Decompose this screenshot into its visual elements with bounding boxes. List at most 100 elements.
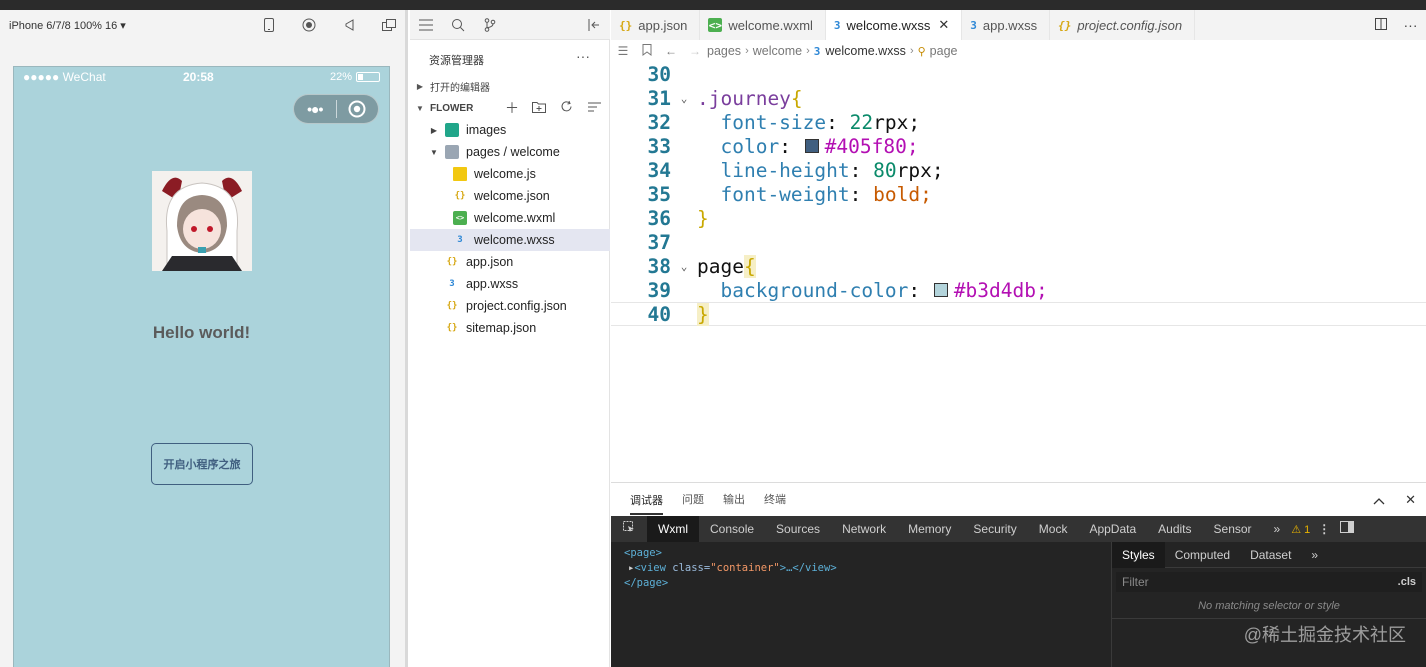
new-file-icon[interactable]: ＋ [505,98,519,118]
collapse-all-icon[interactable] [588,101,601,116]
device-select[interactable]: iPhone 6/7/8 100% 16 ▾ [0,19,250,32]
tool-audits[interactable]: Audits [1147,516,1202,542]
tab-problems[interactable]: 问题 [682,483,704,517]
kebab-menu-icon[interactable]: ⋮ [1310,516,1338,542]
forward-arrow-icon[interactable]: → [683,44,707,58]
code-number: 22 [849,110,874,134]
open-editors-section[interactable]: ▶ 打开的编辑器 [410,75,610,97]
bookmark-icon[interactable] [635,43,659,59]
wxml-node[interactable]: ▸<view class="container">…</view> [611,561,1111,576]
volume-icon[interactable] [341,17,357,33]
code-line: 35 font-weight: bold; [611,182,1426,206]
tab-project-config[interactable]: {} project.config.json [1050,10,1196,40]
tree-file-welcome-js[interactable]: welcome.js [410,163,610,185]
tool-mock[interactable]: Mock [1028,516,1079,542]
tool-network[interactable]: Network [831,516,897,542]
code-line: 30 [611,62,1426,86]
collapsed-arrow-icon: ▶ [430,125,438,135]
start-journey-button[interactable]: 开启小程序之旅 [151,443,253,485]
list-icon[interactable] [418,17,434,33]
breadcrumb-item[interactable]: welcome [753,44,802,58]
tool-console[interactable]: Console [699,516,765,542]
code-area[interactable]: 30 31 ⌄ .journey{ 32 font-size: 22 rpx; 33 … [611,62,1426,482]
line-number: 38 [647,254,671,278]
tool-wxml[interactable]: Wxml [647,516,699,542]
tool-memory[interactable]: Memory [897,516,962,542]
chevron-up-icon[interactable] [1373,493,1385,508]
line-number: 31 [647,86,671,110]
tool-appdata[interactable]: AppData [1078,516,1147,542]
tab-welcome-wxml[interactable]: <> welcome.wxml [700,10,826,40]
code-colon: : [826,110,850,134]
close-icon[interactable]: ✕ [1405,492,1416,508]
line-number: 35 [647,182,671,206]
tab-app-wxss[interactable]: 3 app.wxss [962,10,1051,40]
tab-styles[interactable]: Styles [1112,541,1165,568]
tool-security[interactable]: Security [962,516,1027,542]
breadcrumb-item[interactable]: page [930,44,958,58]
line-number: 39 [647,278,671,302]
breadcrumb-item[interactable]: welcome.wxss [825,44,906,58]
new-folder-icon[interactable] [532,101,546,116]
fold-chevron-icon[interactable]: ⌄ [671,260,697,273]
tool-sensor[interactable]: Sensor [1203,516,1263,542]
split-editor-icon[interactable] [1374,17,1387,33]
dock-icon[interactable] [1338,516,1356,542]
close-tab-icon[interactable]: ✕ [938,17,949,33]
tab-computed[interactable]: Computed [1165,542,1240,568]
close-target-icon[interactable] [336,100,378,118]
tab-welcome-wxss[interactable]: 3 welcome.wxss ✕ [825,10,963,40]
project-label: FLOWER [430,102,474,114]
tree-label: welcome.js [474,167,536,181]
tree-file-welcome-json[interactable]: {} welcome.json [410,185,610,207]
tree-file-app-json[interactable]: {} app.json [410,251,610,273]
styles-filter-input[interactable]: Filter .cls [1116,572,1422,592]
more-dots-icon[interactable]: •●• [294,101,336,117]
record-icon[interactable] [301,17,317,33]
tree-folder-pages-welcome[interactable]: ▼ pages / welcome [410,141,610,163]
wxml-node[interactable]: </page> [611,576,1111,591]
warning-badge[interactable]: ⚠ 1 [1291,523,1310,536]
list-icon[interactable]: ☰ [611,44,635,58]
color-swatch-icon[interactable] [933,283,948,297]
search-icon[interactable] [450,17,466,33]
pane-divider[interactable] [405,10,408,667]
code-property: font-size [720,110,827,134]
fold-chevron-icon[interactable]: ⌄ [671,92,697,105]
wxml-node[interactable]: <page> [611,546,1111,561]
breadcrumb-item[interactable]: pages [707,44,741,58]
more-actions-icon[interactable]: ··· [1404,17,1418,33]
tab-dataset[interactable]: Dataset [1240,542,1301,568]
wxml-tree[interactable]: <page> ▸<view class="container">…</view>… [611,542,1111,667]
tree-file-welcome-wxss[interactable]: 3 welcome.wxss [410,229,610,251]
tree-file-sitemap-json[interactable]: {} sitemap.json [410,317,610,339]
code-colon: : [779,134,803,158]
phone-icon[interactable] [261,17,277,33]
color-swatch-icon[interactable] [804,139,819,153]
tool-sources[interactable]: Sources [765,516,831,542]
tree-file-welcome-wxml[interactable]: <> welcome.wxml [410,207,610,229]
explorer-more-icon[interactable]: ··· [576,48,590,64]
more-tabs-icon[interactable]: » [1301,542,1328,568]
line-number: 32 [647,110,671,134]
detach-window-icon[interactable] [381,17,397,33]
tab-app-json[interactable]: {} app.json [611,10,701,40]
tab-output[interactable]: 输出 [723,483,745,517]
code-property: font-weight [720,182,850,206]
tree-file-app-wxss[interactable]: 3 app.wxss [410,273,610,295]
project-section[interactable]: ▼ FLOWER ＋ [410,97,610,119]
more-tools-icon[interactable]: » [1263,516,1292,542]
tree-file-project-config[interactable]: {} project.config.json [410,295,610,317]
json-file-icon: {} [446,323,458,333]
tree-folder-images[interactable]: ▶ images [410,119,610,141]
css-file-icon: 3 [457,235,463,245]
code-property: color [720,134,780,158]
inspect-element-icon[interactable] [611,516,647,542]
tab-debugger[interactable]: 调试器 [630,485,663,515]
git-branch-icon[interactable] [482,17,498,33]
collapse-panel-icon[interactable] [586,17,602,33]
tab-terminal[interactable]: 终端 [764,483,786,517]
refresh-icon[interactable] [560,100,573,116]
back-arrow-icon[interactable]: ← [659,44,683,58]
cls-toggle-button[interactable]: .cls [1398,576,1416,588]
